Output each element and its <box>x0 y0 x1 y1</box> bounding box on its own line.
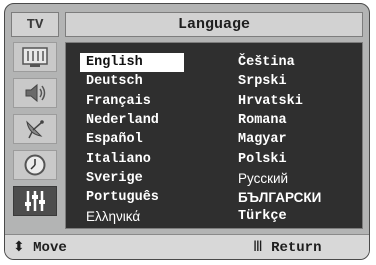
language-option[interactable]: БЪЛГАРСКИ <box>238 188 321 207</box>
language-option[interactable]: Nederland <box>86 111 159 130</box>
language-option[interactable]: Русский <box>238 169 288 188</box>
language-option[interactable]: Hrvatski <box>238 92 303 111</box>
language-option[interactable]: Français <box>86 92 151 111</box>
language-option[interactable]: English <box>80 53 184 72</box>
setup-icon <box>25 191 45 211</box>
language-option[interactable]: Sverige <box>86 169 143 188</box>
return-button[interactable]: Ⅲ Return <box>253 239 321 256</box>
sidebar-item-channel[interactable] <box>13 114 57 144</box>
language-option[interactable]: Português <box>86 188 159 207</box>
sidebar-item-picture[interactable] <box>13 42 57 72</box>
tv-tab-label: TV <box>26 16 44 33</box>
sidebar-item-sound[interactable] <box>13 78 57 108</box>
menu-icon: Ⅲ <box>253 239 263 255</box>
language-option[interactable]: Magyar <box>238 130 287 149</box>
language-option[interactable]: Türkçe <box>238 207 287 226</box>
up-down-arrow-icon: ⬍ <box>13 239 25 255</box>
move-hint: ⬍ Move <box>13 239 67 256</box>
menu-sidebar <box>11 42 59 227</box>
page-title: Language <box>177 16 250 33</box>
language-option[interactable]: Romana <box>238 111 287 130</box>
sidebar-item-time[interactable] <box>13 150 57 180</box>
return-label: Return <box>271 240 322 256</box>
language-option[interactable]: Español <box>86 130 143 149</box>
clock-icon <box>24 154 46 176</box>
sidebar-item-setup[interactable] <box>13 186 57 216</box>
language-option[interactable]: Čeština <box>238 53 295 72</box>
language-option[interactable]: Deutsch <box>86 72 143 91</box>
speaker-icon <box>25 83 46 103</box>
tv-menu-window: TV Language English Deutsch Français Ned… <box>4 3 370 260</box>
tv-tab[interactable]: TV <box>11 12 59 37</box>
language-option[interactable]: Italiano <box>86 150 151 169</box>
language-list-panel: English Deutsch Français Nederland Español It… <box>65 42 363 229</box>
menu-title-bar: Language <box>65 12 363 37</box>
move-label: Move <box>33 240 67 256</box>
footer-bar: ⬍ Move Ⅲ Return <box>5 234 369 259</box>
antenna-icon <box>26 120 44 139</box>
language-option[interactable]: Srpski <box>238 72 287 91</box>
language-option[interactable]: Ελληνικά <box>86 207 140 226</box>
language-option[interactable]: Polski <box>238 150 287 169</box>
picture-icon <box>22 47 48 67</box>
